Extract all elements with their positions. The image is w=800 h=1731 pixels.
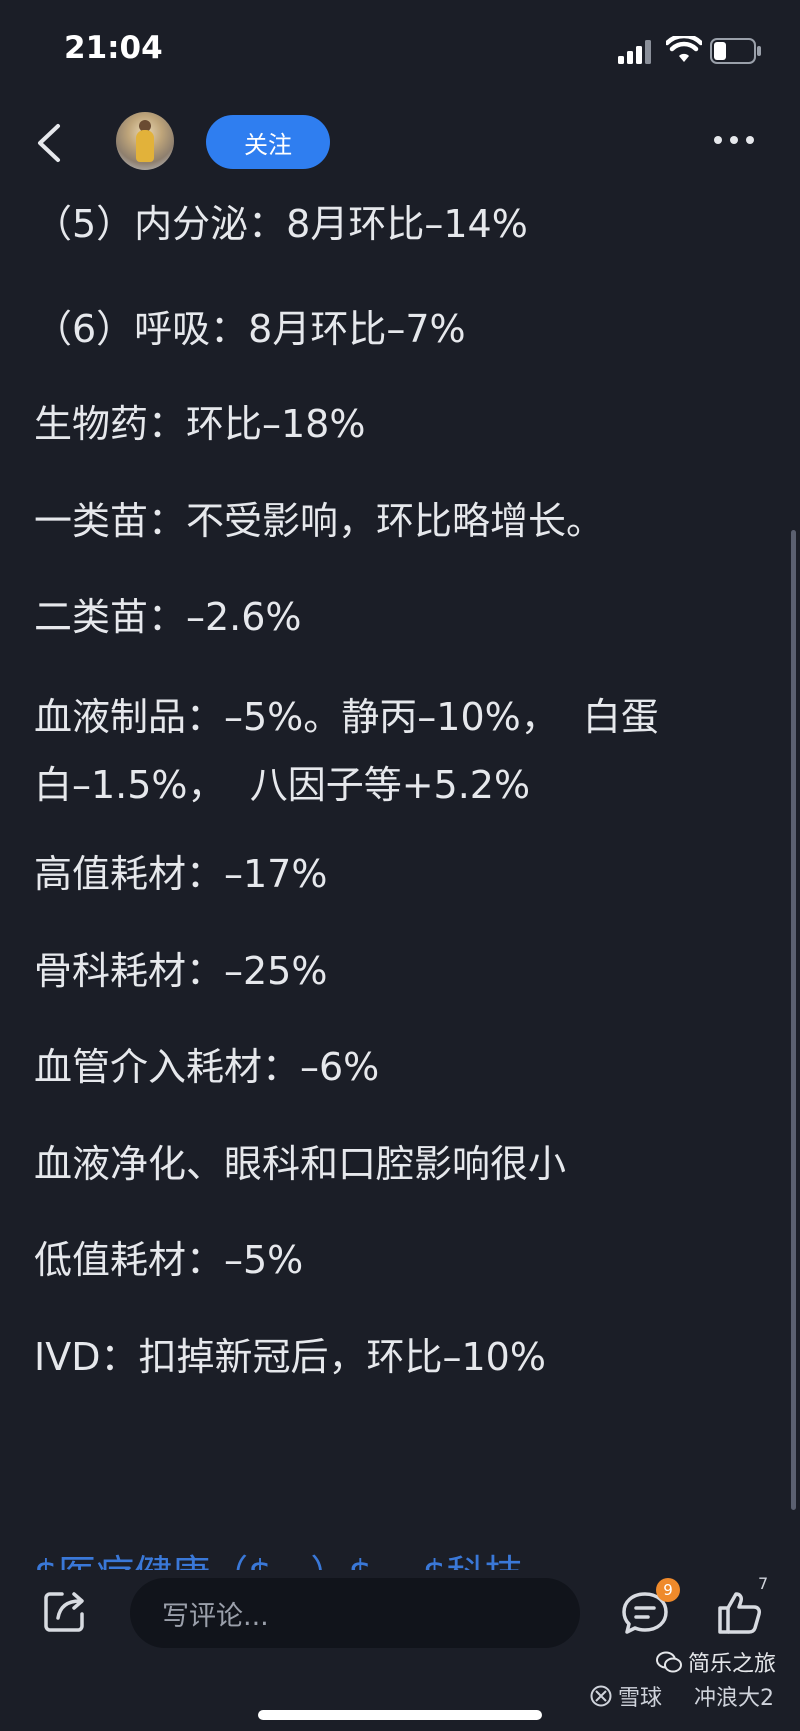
follow-button[interactable]: 关注	[206, 115, 330, 169]
watermark-wechat: 简乐之旅	[656, 1646, 776, 1678]
like-count: 7	[758, 1574, 769, 1593]
home-indicator	[258, 1710, 542, 1720]
back-icon[interactable]	[30, 118, 70, 168]
comment-placeholder: 写评论...	[162, 1600, 269, 1632]
scrollbar[interactable]	[791, 530, 796, 1510]
comment-input[interactable]: 写评论...	[130, 1578, 580, 1648]
xueqiu-logo-icon	[590, 1685, 612, 1707]
battery-icon	[710, 38, 761, 64]
stock-link-partial[interactable]: $医疗健康（$…）$ …$科技	[34, 1540, 774, 1570]
paragraph-vascular-consumables: 血管介入耗材：–6%	[34, 1045, 380, 1089]
paragraph-class2-vaccine: 二类苗：–2.6%	[34, 595, 302, 639]
paragraph-endocrine: （5）内分泌：8月环比–14%	[34, 202, 528, 246]
share-icon[interactable]	[42, 1588, 88, 1634]
article-content: （5）内分泌：8月环比–14% （6）呼吸：8月环比–7% 生物药：环比–18%…	[0, 190, 800, 1570]
like-icon[interactable]	[716, 1588, 764, 1636]
avatar-figure-body	[136, 130, 154, 162]
watermark-brand: 雪球	[618, 1686, 663, 1711]
paragraph-orthopedic-consumables: 骨科耗材：–25%	[34, 949, 328, 993]
status-bar: 21:04	[0, 0, 800, 100]
paragraph-ivd: IVD：扣掉新冠后，环比–10%	[34, 1335, 546, 1379]
paragraph-blood-purification: 血液净化、眼科和口腔影响很小	[34, 1142, 567, 1186]
avatar[interactable]	[116, 112, 174, 170]
paragraph-low-value-consumables: 低值耗材：–5%	[34, 1238, 304, 1282]
status-time: 21:04	[64, 30, 163, 66]
wechat-icon	[656, 1651, 682, 1673]
paragraph-class1-vaccine: 一类苗：不受影响，环比略增长。	[34, 499, 605, 543]
paragraph-high-value-consumables: 高值耗材：–17%	[34, 852, 328, 896]
signal-icon	[618, 40, 651, 64]
watermark-xueqiu: 雪球	[590, 1680, 662, 1712]
more-icon[interactable]	[712, 130, 756, 150]
watermark-username: 冲浪大2	[694, 1686, 774, 1711]
paragraph-respiratory: （6）呼吸：8月环比–7%	[34, 307, 466, 351]
wifi-icon	[666, 36, 702, 62]
comment-count-badge: 9	[656, 1578, 680, 1602]
paragraph-blood-products: 血液制品：–5%。静丙–10%， 白蛋 白–1.5%， 八因子等+5.2%	[34, 695, 659, 807]
nav-bar: 关注	[0, 100, 800, 190]
watermark-author: 简乐之旅	[688, 1652, 777, 1677]
paragraph-biologics: 生物药：环比–18%	[34, 402, 366, 446]
